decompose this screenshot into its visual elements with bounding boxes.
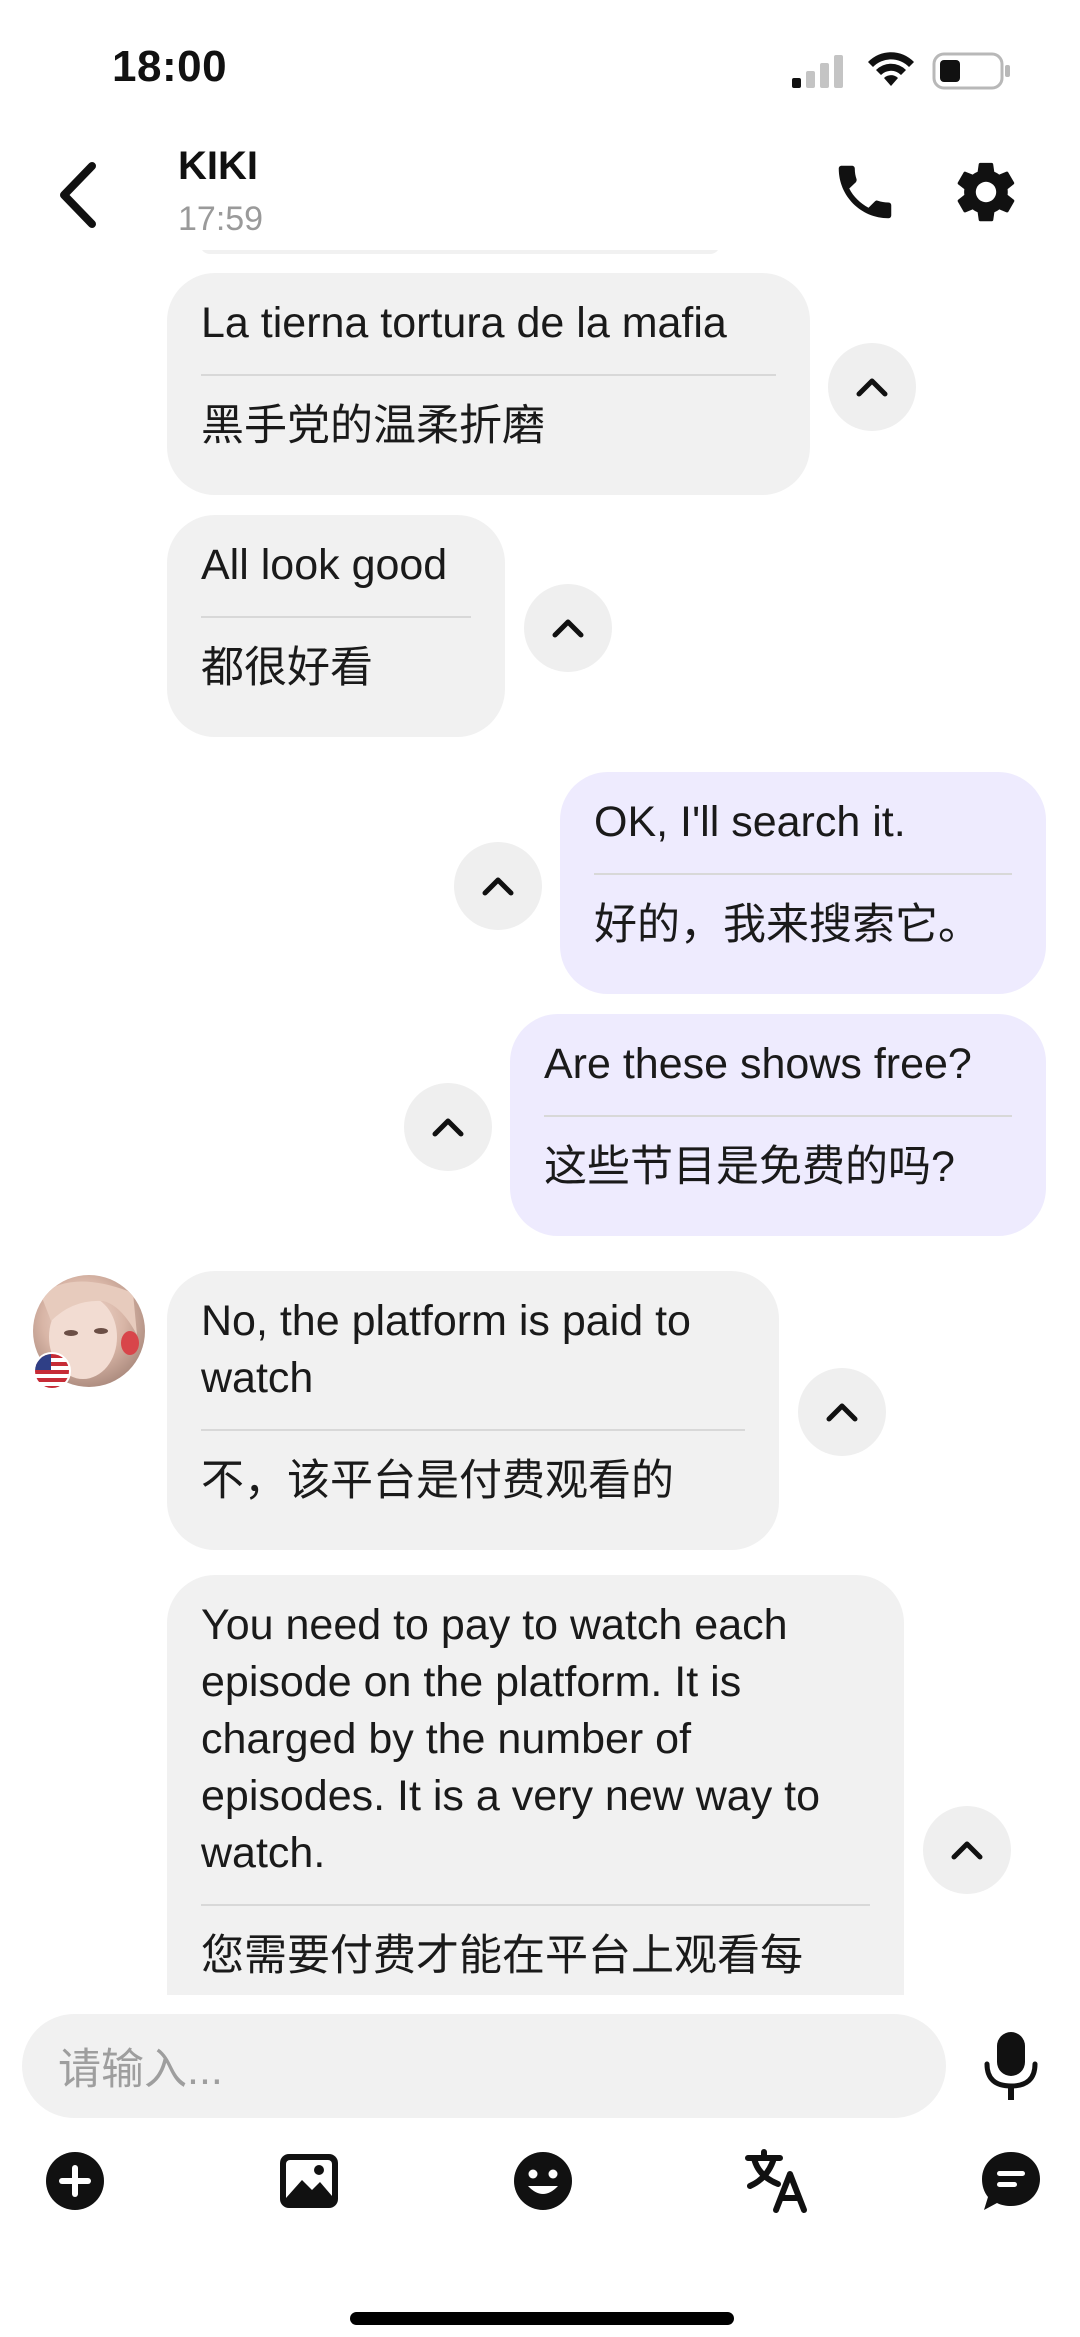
signal-icon — [790, 54, 846, 90]
mic-button[interactable] — [980, 2030, 1042, 2104]
translation-divider — [201, 1904, 870, 1906]
message-bubble[interactable]: No, the platform is paid to watch 不，该平台是… — [167, 1271, 779, 1550]
phone-icon — [838, 165, 892, 219]
message-bubble[interactable]: You need to pay to watch each episode on… — [167, 1575, 904, 1995]
translation-divider — [201, 374, 776, 376]
image-button[interactable] — [276, 2148, 342, 2214]
message-input-placeholder: 请输入... — [58, 2046, 223, 2094]
message-bubble[interactable]: All look good 都很好看 — [167, 515, 505, 737]
chevron-left-icon — [60, 162, 96, 228]
us-flag-icon — [33, 1352, 71, 1390]
chevron-up-icon — [432, 1118, 464, 1137]
emoji-icon — [514, 2152, 572, 2210]
message-original: All look good — [201, 541, 448, 589]
microphone-icon — [984, 2032, 1038, 2100]
wifi-icon — [866, 50, 916, 90]
message-translation: 都很好看 — [201, 644, 373, 692]
chevron-up-icon — [482, 877, 514, 896]
collapse-translation-button[interactable] — [454, 842, 542, 930]
chevron-up-icon — [856, 378, 888, 397]
message-translation: 这些节目是免费的吗? — [544, 1143, 955, 1191]
message-bubble-outgoing[interactable]: Are these shows free? 这些节目是免费的吗? — [510, 1014, 1046, 1236]
message-translation: 黑手党的温柔折磨 — [201, 402, 545, 450]
chevron-up-icon — [951, 1841, 983, 1860]
translate-icon — [745, 2149, 807, 2213]
call-button[interactable] — [830, 157, 900, 227]
settings-button[interactable] — [951, 157, 1021, 227]
message-translation: 好的，我来搜索它。 — [594, 901, 981, 949]
contact-name: KIKI — [178, 144, 258, 188]
message-bubble[interactable]: La tierna tortura de la mafia 黑手党的温柔折磨 — [167, 273, 810, 495]
chevron-up-icon — [826, 1403, 858, 1422]
home-indicator[interactable] — [350, 2312, 734, 2325]
message-translation: 不，该平台是付费观看的 — [201, 1457, 674, 1505]
translation-divider — [201, 1429, 745, 1431]
translation-divider — [594, 873, 1012, 875]
message-original: No, the platform is paid to watch — [201, 1297, 691, 1402]
message-translation: 您需要付费才能在平台上观看每 — [201, 1932, 803, 1980]
chat-bubble-icon — [982, 2152, 1040, 2210]
message-original: OK, I'll search it. — [594, 798, 906, 846]
battery-icon — [932, 52, 1012, 90]
message-list[interactable]: La tierna tortura de la mafia 黑手党的温柔折磨 A… — [0, 250, 1080, 1995]
message-original: La tierna tortura de la mafia — [201, 299, 727, 347]
add-button[interactable] — [42, 2148, 108, 2214]
message-bubble-outgoing[interactable]: OK, I'll search it. 好的，我来搜索它。 — [560, 772, 1046, 994]
last-seen: 17:59 — [178, 200, 264, 238]
translate-button[interactable] — [744, 2148, 810, 2214]
message-original: You need to pay to watch each episode on… — [201, 1601, 821, 1877]
back-button[interactable] — [52, 158, 106, 232]
collapse-translation-button[interactable] — [828, 343, 916, 431]
plus-circle-icon — [46, 2152, 104, 2210]
translation-divider — [544, 1115, 1012, 1117]
collapse-translation-button[interactable] — [404, 1083, 492, 1171]
translation-divider — [201, 616, 471, 618]
chat-button[interactable] — [978, 2148, 1044, 2214]
emoji-button[interactable] — [510, 2148, 576, 2214]
message-input[interactable]: 请输入... — [22, 2014, 946, 2118]
image-icon — [280, 2154, 338, 2208]
gear-icon — [957, 162, 1015, 222]
previous-message-edge — [200, 250, 720, 254]
collapse-translation-button[interactable] — [923, 1806, 1011, 1894]
chevron-up-icon — [552, 619, 584, 638]
collapse-translation-button[interactable] — [798, 1368, 886, 1456]
status-time: 18:00 — [112, 42, 228, 91]
collapse-translation-button[interactable] — [524, 584, 612, 672]
message-original: Are these shows free? — [544, 1040, 972, 1088]
